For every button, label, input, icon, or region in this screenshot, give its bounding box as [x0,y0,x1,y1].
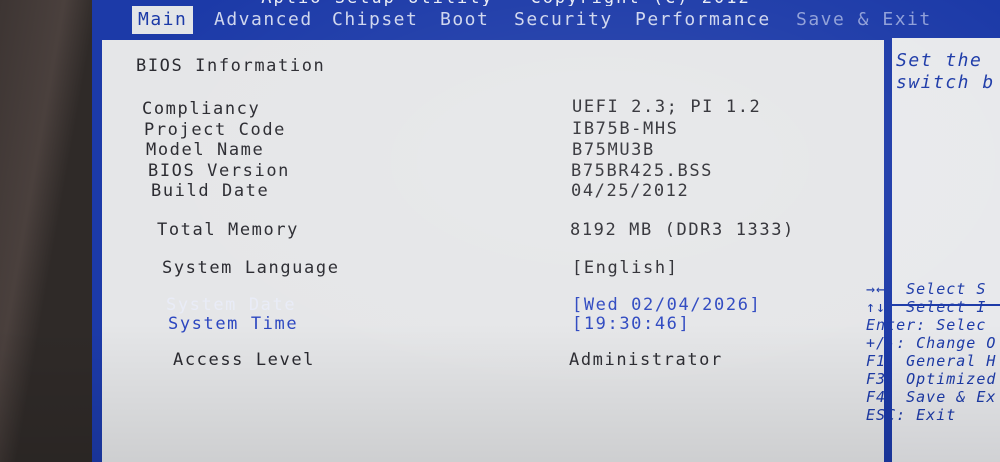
tab-chipset[interactable]: Chipset [332,6,418,34]
total-memory-value: 8192 MB (DDR3 1333) [570,220,795,240]
project-code-label: Project Code [144,120,287,140]
key-change: +/-: Change O [866,334,997,352]
bios-version-label: BIOS Version [148,161,291,181]
tab-boot[interactable]: Boot [440,6,489,34]
bios-screen: Aptio Setup Utility - Copyright (C) 2012… [92,0,1000,462]
model-name-value: B75MU3B [572,140,655,160]
key-f3: F3: Optimized [866,370,997,388]
system-time-value[interactable]: [19:30:46] [572,314,690,334]
key-select-item: ↑↓: Select I [866,298,987,316]
key-esc: ESC: Exit [866,406,957,424]
build-date-label: Build Date [151,181,270,201]
tab-bar: Main Advanced Chipset Boot Security Perf… [92,6,1000,34]
build-date-value: 04/25/2012 [571,181,690,201]
system-time-label: System Time [168,314,299,334]
access-level-label: Access Level [173,350,316,370]
tab-main[interactable]: Main [132,6,194,34]
project-code-value: IB75B-MHS [572,119,679,139]
system-date-value[interactable]: [Wed 02/04/2026] [572,295,761,315]
help-line-2: switch b [896,72,995,93]
model-name-label: Model Name [146,140,265,160]
key-legend: →←: Select S ↑↓: Select I Enter: Selec +… [866,280,996,424]
total-memory-label: Total Memory [157,220,300,240]
bios-version-value: B75BR425.BSS [571,161,714,181]
key-f1: F1: General H [866,352,997,370]
tab-save-exit[interactable]: Save & Exit [796,6,932,34]
main-panel: BIOS Information Compliancy UEFI 2.3; PI… [100,38,886,462]
access-level-value: Administrator [569,350,723,370]
help-line-1: Set the [896,50,983,71]
key-f4: F4: Save & Ex [866,388,997,406]
system-language-value[interactable]: [English] [572,258,679,278]
tab-performance[interactable]: Performance [635,6,771,34]
key-enter: Enter: Selec [866,316,987,334]
system-date-label: System Date [166,295,297,315]
tab-security[interactable]: Security [514,6,613,34]
system-language-label: System Language [162,258,340,278]
section-title: BIOS Information [136,56,326,76]
tab-advanced[interactable]: Advanced [214,6,313,34]
compliancy-value: UEFI 2.3; PI 1.2 [572,97,762,117]
compliancy-label: Compliancy [142,99,261,119]
key-select-screen: →←: Select S [866,280,987,298]
